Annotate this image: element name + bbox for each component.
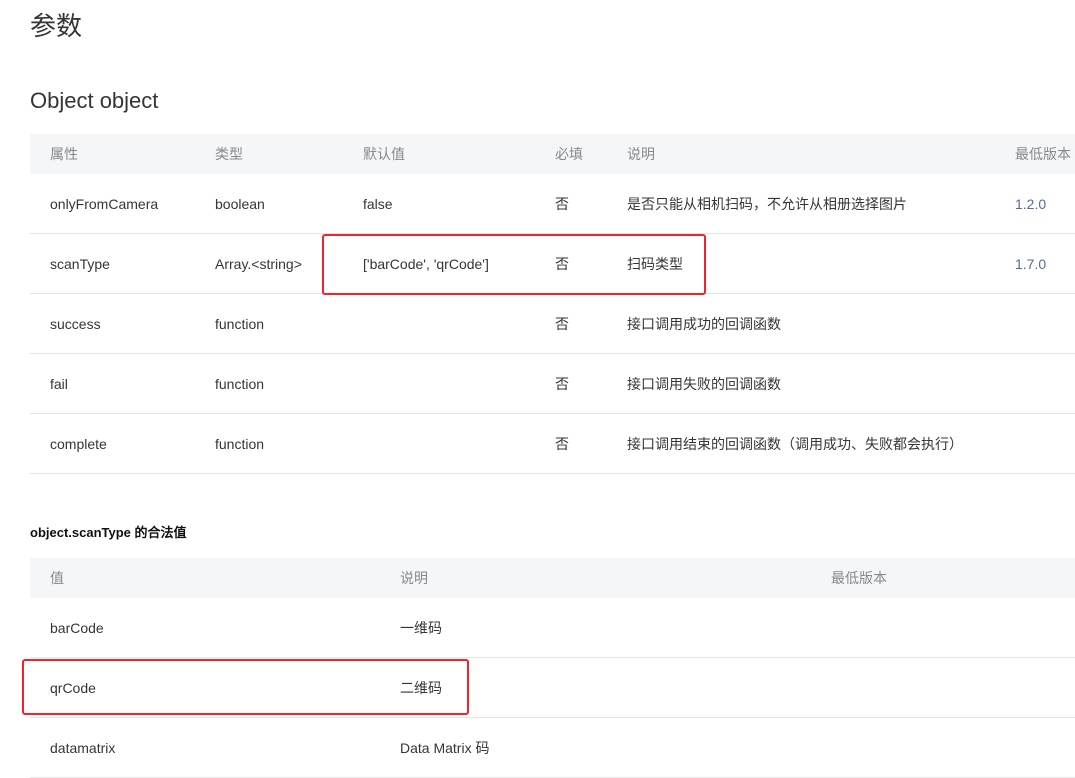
col-header: 必填 [535, 134, 607, 174]
table-header: 属性 类型 默认值 必填 说明 最低版本 [30, 134, 1075, 174]
table-cell: scanType [30, 233, 195, 294]
col-header: 属性 [30, 134, 195, 174]
table-cell: boolean [195, 174, 343, 234]
table-cell: 否 [535, 174, 607, 234]
table-cell: false [343, 174, 535, 234]
table-cell: function [195, 353, 343, 414]
table-cell: complete [30, 413, 195, 474]
highlight-box-scantype [322, 234, 706, 295]
table-cell [995, 413, 1075, 474]
col-header: 类型 [195, 134, 343, 174]
col-header: 说明 [607, 134, 995, 174]
col-header: 说明 [380, 558, 811, 598]
table-cell: onlyFromCamera [30, 174, 195, 234]
table-cell: 一维码 [380, 598, 811, 658]
section-title: Object object [30, 88, 159, 113]
col-header: 值 [30, 558, 380, 598]
table-cell: fail [30, 353, 195, 414]
table-cell[interactable]: 1.7.0 [995, 233, 1075, 294]
table-row: datamatrix Data Matrix 码 [30, 717, 1075, 778]
table-cell [343, 293, 535, 354]
table-cell [995, 293, 1075, 354]
params-table: 属性 类型 默认值 必填 说明 最低版本 onlyFromCamera boole… [30, 134, 1075, 474]
table-row: barCode 一维码 [30, 598, 1075, 658]
subheading: object.scanType 的合法值 [30, 525, 187, 540]
table-cell: Data Matrix 码 [380, 717, 811, 778]
table-cell: 接口调用成功的回调函数 [607, 293, 995, 354]
table-cell: 否 [535, 413, 607, 474]
table-cell: function [195, 413, 343, 474]
col-header: 默认值 [343, 134, 535, 174]
table-cell: barCode [30, 598, 380, 658]
page-title: 参数 [30, 11, 83, 41]
table-cell [343, 413, 535, 474]
col-header: 最低版本 [811, 558, 1075, 598]
highlight-box-qrcode [22, 659, 469, 715]
table-cell: datamatrix [30, 717, 380, 778]
table-cell: 接口调用失败的回调函数 [607, 353, 995, 414]
table-row: onlyFromCamera boolean false 否是否只能从相机扫码，不允许… [30, 174, 1075, 234]
table-cell [343, 353, 535, 414]
col-header: 最低版本 [995, 134, 1075, 174]
table-cell [811, 717, 1075, 778]
table-cell: Array.<string> [195, 233, 343, 294]
table-row: complete function 否接口调用结束的回调函数（调用成功、失败都会执行… [30, 413, 1075, 474]
table-cell: function [195, 293, 343, 354]
table-cell: success [30, 293, 195, 354]
table-cell [811, 657, 1075, 718]
table-cell [995, 353, 1075, 414]
table-cell: 接口调用结束的回调函数（调用成功、失败都会执行） [607, 413, 995, 474]
table-cell [811, 598, 1075, 658]
table-cell[interactable]: 1.2.0 [995, 174, 1075, 234]
table-row: fail function 否接口调用失败的回调函数 [30, 353, 1075, 414]
table-header: 值 说明 最低版本 [30, 558, 1075, 598]
table-cell: 否 [535, 293, 607, 354]
table-cell: 是否只能从相机扫码，不允许从相册选择图片 [607, 174, 995, 234]
table-row: success function 否接口调用成功的回调函数 [30, 293, 1075, 354]
table-cell: 否 [535, 353, 607, 414]
